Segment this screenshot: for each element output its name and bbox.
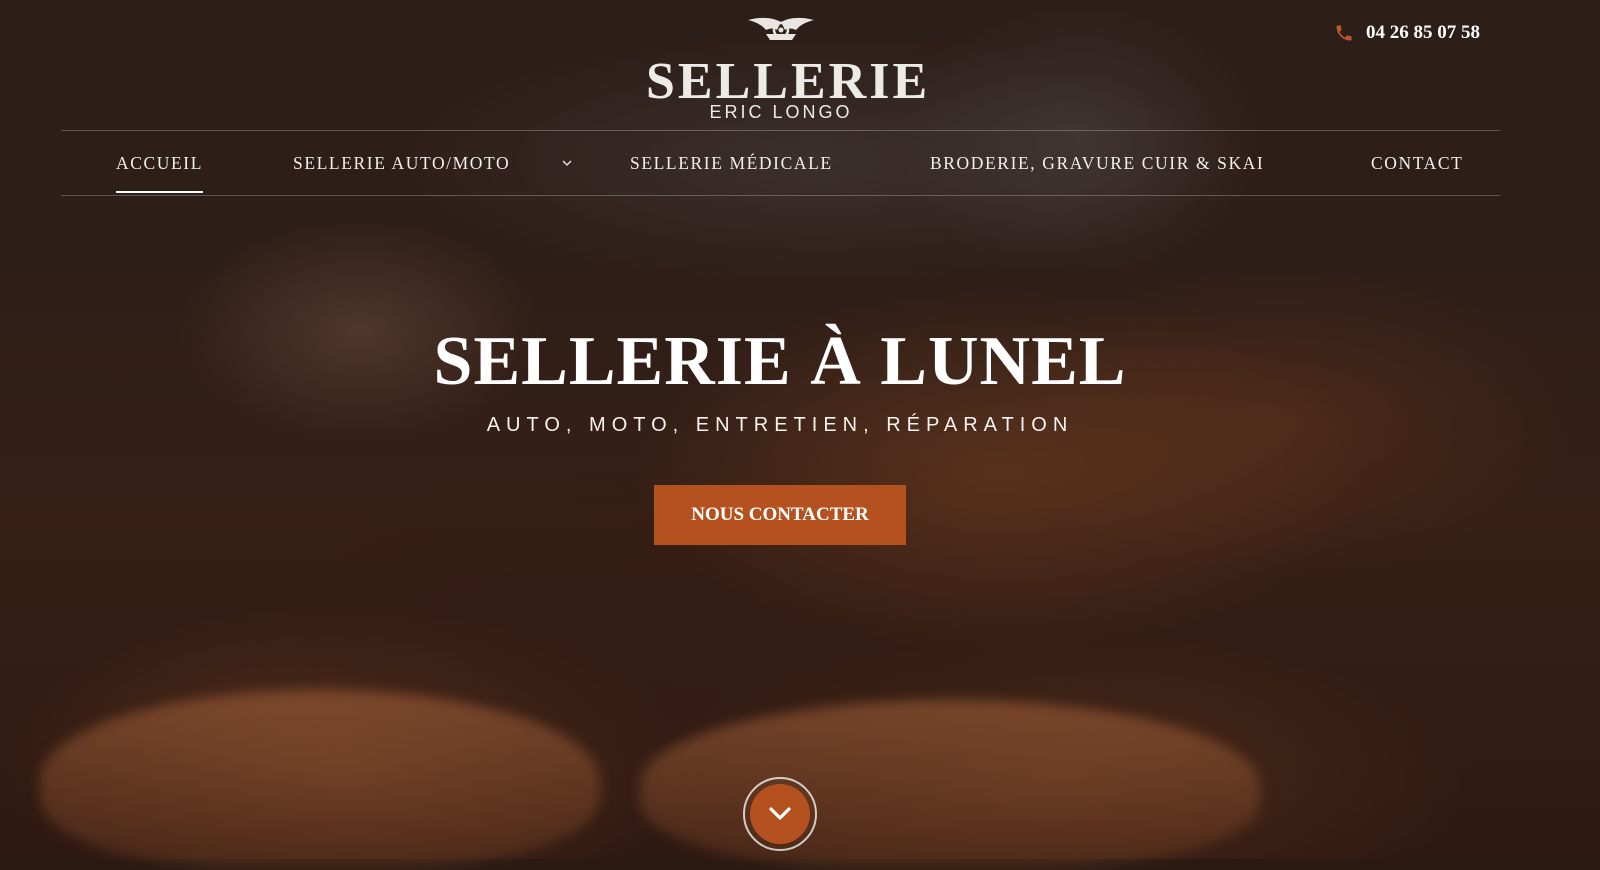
scroll-down-button[interactable] [743,777,817,851]
winged-emblem-icon [748,17,814,40]
leather-roll-decoration [640,700,1260,870]
hero-subtitle: AUTO, MOTO, ENTRETIEN, RÉPARATION [486,414,1074,436]
nav-item-broderie-gravure[interactable]: BRODERIE, GRAVURE CUIR & SKAI [930,131,1264,195]
scroll-down-circle [750,784,810,844]
logo-subtitle: ERIC LONGO [709,102,853,122]
contact-cta-button[interactable]: NOUS CONTACTER [654,485,906,545]
phone-number: 04 26 85 07 58 [1366,22,1480,43]
nav-item-sellerie-medicale[interactable]: SELLERIE MÉDICALE [630,131,833,195]
nav-item-accueil[interactable]: ACCUEIL [116,131,204,195]
leather-roll-decoration [40,690,600,870]
phone-icon [1336,25,1352,41]
chevron-down-icon [769,807,791,820]
nav-item-sellerie-auto-moto[interactable]: SELLERIE AUTO/MOTO [293,131,510,195]
hero-title: SELLERIE À LUNEL [433,323,1127,400]
logo-title: SELLERIE [646,53,931,110]
main-navigation: ACCUEIL SELLERIE AUTO/MOTO SELLERIE MÉDI… [61,130,1500,196]
submenu-chevron-down-icon[interactable] [560,131,574,195]
site-logo[interactable]: SELLERIE ERIC LONGO [646,14,931,122]
nav-item-contact[interactable]: CONTACT [1371,131,1463,195]
header-phone[interactable]: 04 26 85 07 58 [1334,22,1480,44]
